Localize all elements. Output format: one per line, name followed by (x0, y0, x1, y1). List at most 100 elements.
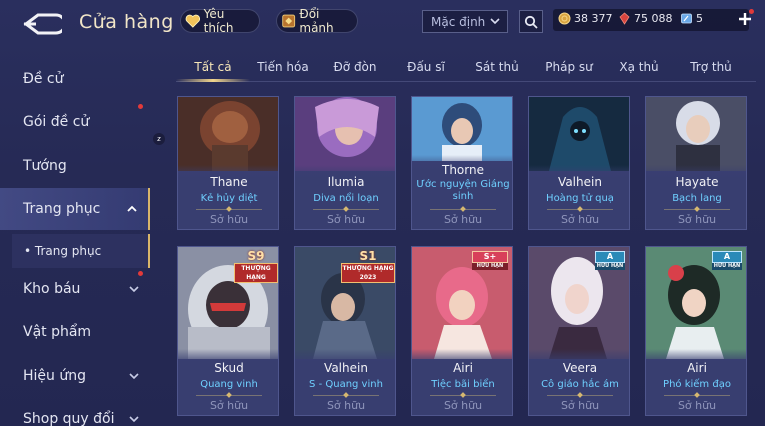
back-arrow-icon (23, 13, 67, 35)
hero-name: Ilumia (327, 175, 365, 189)
card-info: Ilumia Diva nổi loạn Sở hữu (295, 165, 395, 229)
tier-sub-label: HỮU HẠN (472, 263, 508, 270)
owned-status: Sở hữu (443, 213, 483, 226)
sleep-badge: z (153, 133, 165, 145)
sidebar-item-effects[interactable]: Hiệu ứng (0, 355, 150, 397)
sidebar-item-recommended[interactable]: Đề cử (0, 58, 150, 100)
sidebar-item-treasure[interactable]: Kho báu (0, 268, 150, 310)
skin-name: Phó kiếm đạo (663, 379, 731, 390)
skin-name: Hoàng tử quạ (546, 193, 614, 204)
hero-name: Valhein (324, 361, 368, 375)
card-info: Airi Phó kiếm đạo Sở hữu (646, 349, 746, 415)
tab-tank[interactable]: Đỡ đòn (324, 56, 386, 82)
tier-badge: S1 THƯỢNG HẠNG 2023 (341, 249, 395, 283)
tab-mage[interactable]: Pháp sư (538, 56, 600, 82)
skin-name: Diva nổi loạn (313, 193, 379, 204)
favorites-button[interactable]: Yêu thích (180, 7, 260, 35)
tab-evolution[interactable]: Tiến hóa (250, 56, 316, 82)
hero-name: Thane (210, 175, 248, 189)
back-button[interactable] (22, 12, 67, 36)
tier-badge: A HỮU HẠN (595, 251, 625, 270)
tab-assassin[interactable]: Sát thủ (466, 56, 528, 82)
card-info: Thane Kẻ hủy diệt Sở hữu (178, 165, 278, 229)
skin-card[interactable]: Hayate Bạch lang Sở hữu (645, 96, 747, 230)
skin-card[interactable]: A HỮU HẠN Veera Cô giáo hắc ám Sở hữu (528, 246, 630, 416)
owned-status: Sở hữu (326, 399, 366, 412)
hero-name: Hayate (675, 175, 719, 189)
skin-card[interactable]: Thane Kẻ hủy diệt Sở hữu (177, 96, 279, 230)
skin-artwork (295, 97, 395, 171)
owned-status: Sở hữu (209, 399, 249, 412)
sidebar-item-recommended-packs[interactable]: Gói đề cử (0, 101, 150, 143)
card-info: Airi Tiệc bãi biển Sở hữu (412, 349, 512, 415)
sidebar-item-items[interactable]: Vật phẩm (0, 311, 150, 353)
favorites-label: Yêu thích (203, 7, 234, 35)
tab-fighter[interactable]: Đấu sĩ (396, 56, 456, 82)
sidebar-item-skins[interactable]: Trang phục (0, 188, 150, 230)
sidebar-item-label: Hiệu ứng (23, 368, 86, 384)
tier-badge: S9 THƯỢNG HẠNG (234, 249, 278, 283)
hero-name: Valhein (558, 175, 602, 189)
skin-card[interactable]: Valhein Hoàng tử quạ Sở hữu (528, 96, 630, 230)
sidebar-item-heroes[interactable]: Tướng (0, 145, 150, 187)
sidebar-subitem-skins[interactable]: • Trang phục (12, 234, 150, 268)
card-info: Valhein S - Quang vinh Sở hữu (295, 349, 395, 415)
voucher-currency: 5 (680, 12, 703, 25)
card-divider (196, 209, 262, 210)
tier-sub-label: THƯỢNG HẠNG 2023 (341, 263, 395, 283)
tier-label: S9 (247, 249, 265, 263)
red-gem-icon (619, 12, 630, 25)
card-info: Skud Quang vinh Sở hữu (178, 349, 278, 415)
card-info: Thorne Ước nguyện Giáng sinh Sở hữu (412, 155, 512, 229)
tier-label: S+ (472, 251, 508, 263)
skin-name: Bạch lang (672, 193, 722, 204)
sidebar-item-exchange-shop[interactable]: Shop quy đổi (0, 398, 150, 426)
skin-card[interactable]: S+ HỮU HẠN Airi Tiệc bãi biển Sở hữu (411, 246, 513, 416)
search-button[interactable] (519, 10, 543, 33)
tier-badge: A HỮU HẠN (712, 251, 742, 270)
sort-dropdown[interactable]: Mặc định (422, 10, 508, 33)
card-divider (313, 395, 379, 396)
skin-name: Kẻ hủy diệt (200, 193, 258, 204)
skin-name: S - Quang vinh (309, 379, 383, 390)
tier-label: S1 (359, 249, 377, 263)
gold-coin-icon (558, 12, 571, 25)
skin-card[interactable]: Ilumia Diva nổi loạn Sở hữu (294, 96, 396, 230)
gem-currency: 75 088 (618, 12, 673, 25)
card-divider (547, 209, 613, 210)
owned-status: Sở hữu (209, 213, 249, 226)
chevron-up-icon (127, 205, 137, 212)
sidebar-item-label: Trang phục (23, 201, 101, 217)
skin-card[interactable]: Thorne Ước nguyện Giáng sinh Sở hữu (411, 96, 513, 230)
tier-label: A (712, 251, 742, 263)
skin-artwork (529, 97, 629, 171)
exchange-button[interactable]: Đổi mảnh (276, 7, 358, 35)
chevron-down-icon (129, 416, 139, 423)
card-divider (313, 209, 379, 210)
skin-artwork (646, 97, 746, 171)
chevron-down-icon (129, 373, 139, 380)
skin-card[interactable]: A HỮU HẠN Airi Phó kiếm đạo Sở hữu (645, 246, 747, 416)
skin-artwork (178, 97, 278, 171)
notification-dot (749, 9, 754, 14)
hero-name: Veera (562, 361, 598, 375)
page-title: Cửa hàng (79, 11, 174, 33)
tab-support[interactable]: Trợ thủ (680, 56, 742, 82)
hero-name: Skud (214, 361, 244, 375)
card-divider (664, 209, 730, 210)
skin-card[interactable]: S9 THƯỢNG HẠNG Skud Quang vinh Sở hữu (177, 246, 279, 416)
notification-dot (138, 104, 143, 109)
tier-badge: S+ HỮU HẠN (472, 251, 508, 270)
exchange-label: Đổi mảnh (299, 7, 334, 35)
tab-marksman[interactable]: Xạ thủ (610, 56, 668, 82)
skin-card[interactable]: S1 THƯỢNG HẠNG 2023 Valhein S - Quang vi… (294, 246, 396, 416)
tab-all[interactable]: Tất cả (176, 56, 250, 82)
skin-name: Cô giáo hắc ám (541, 379, 619, 390)
skin-name: Quang vinh (200, 379, 258, 390)
chevron-down-icon (129, 286, 139, 293)
sidebar-item-label: Đề cử (23, 71, 64, 87)
search-icon (524, 15, 538, 29)
tier-sub-label: THƯỢNG HẠNG (234, 263, 278, 283)
sort-value: Mặc định (431, 14, 486, 29)
owned-status: Sở hữu (677, 213, 717, 226)
